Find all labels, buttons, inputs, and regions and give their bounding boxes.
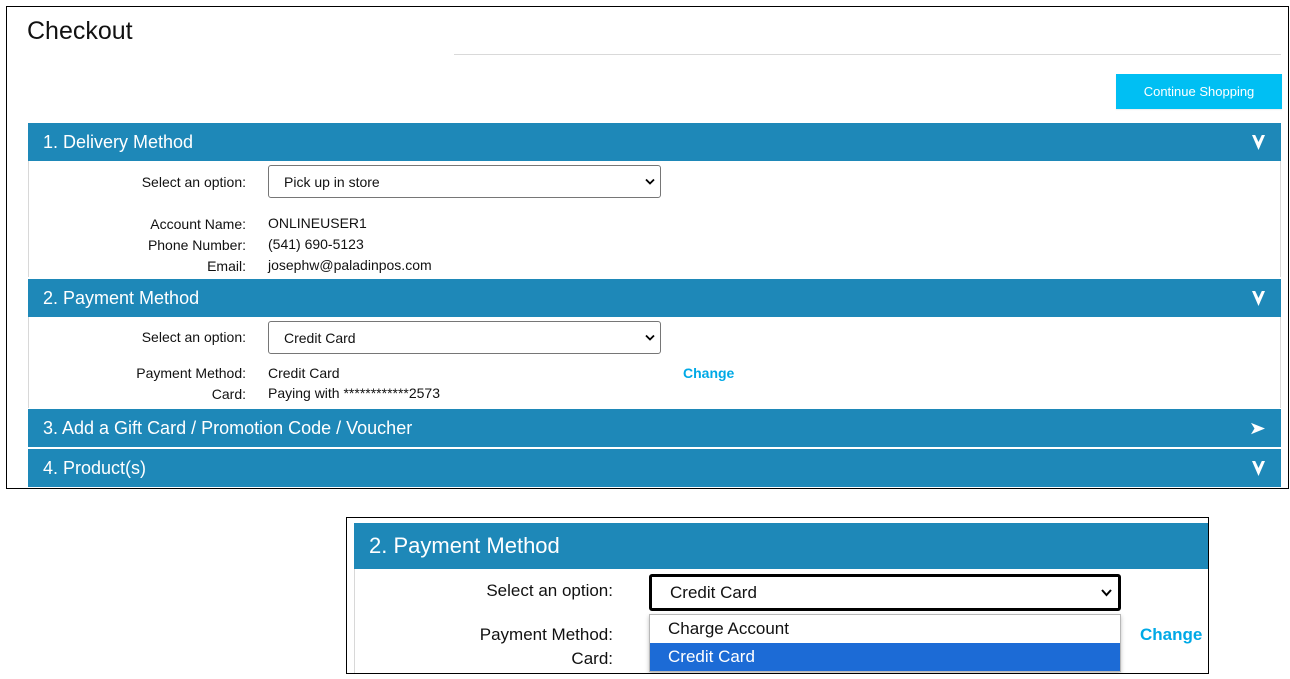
title-divider	[454, 54, 1281, 55]
payment-method-dropdown-list: Charge Account Credit Card	[649, 614, 1121, 672]
account-name-value: ONLINEUSER1	[268, 215, 367, 231]
card-value: Paying with ************2573	[268, 385, 441, 401]
change-payment-link[interactable]: Change	[683, 365, 734, 381]
email-label: Email:	[207, 258, 246, 274]
payment-method-label: Payment Method:	[479, 625, 613, 644]
select-option-label: Select an option:	[486, 581, 613, 600]
section-body-payment-method: Select an option: Credit Card Payment Me…	[28, 317, 1281, 408]
chevron-down-icon	[1251, 460, 1265, 476]
section-header-payment-method[interactable]: 2. Payment Method	[28, 279, 1281, 317]
phone-number-label: Phone Number:	[147, 237, 246, 253]
section-header-products[interactable]: 4. Product(s)	[28, 449, 1281, 487]
payment-method-select-open[interactable]: Credit Card	[649, 574, 1121, 611]
section-title: 2. Payment Method	[43, 287, 200, 308]
delivery-method-select[interactable]: Pick up in store	[268, 165, 661, 198]
delivery-method-selected-value: Pick up in store	[284, 173, 380, 190]
checkout-screenshot: Checkout Continue Shopping 1. Delivery M…	[6, 6, 1289, 489]
chevron-down-icon	[1251, 134, 1265, 150]
section-header-gift-card-promo[interactable]: 3. Add a Gift Card / Promotion Code / Vo…	[28, 409, 1281, 447]
section-body-delivery-method: Select an option: Pick up in store Accou…	[28, 161, 1281, 277]
chevron-down-icon	[1101, 588, 1112, 596]
phone-number-value: (541) 690-5123	[268, 236, 364, 252]
card-label: Card:	[211, 386, 246, 402]
account-name-label: Account Name:	[150, 216, 246, 232]
chevron-down-icon	[645, 334, 655, 341]
page-title: Checkout	[27, 17, 133, 45]
card-label: Card:	[571, 649, 613, 668]
dropdown-option-charge-account[interactable]: Charge Account	[650, 615, 1120, 643]
email-value: josephw@paladinpos.com	[268, 257, 432, 273]
payment-method-selected-value: Credit Card	[284, 329, 356, 346]
section-title: 1. Delivery Method	[43, 131, 194, 152]
payment-method-select[interactable]: Credit Card	[268, 321, 661, 354]
change-payment-link[interactable]: Change	[1140, 625, 1202, 645]
dropdown-option-credit-card[interactable]: Credit Card	[650, 643, 1120, 671]
zoom-section-body: Select an option: Credit Card Payment Me…	[354, 569, 1208, 673]
chevron-down-icon	[1251, 290, 1265, 306]
payment-method-selected-value: Credit Card	[670, 582, 757, 602]
section-title: 3. Add a Gift Card / Promotion Code / Vo…	[43, 417, 413, 438]
chevron-right-icon	[1251, 420, 1265, 436]
section-title: 4. Product(s)	[43, 457, 147, 478]
payment-method-value: Credit Card	[268, 365, 340, 381]
continue-shopping-button[interactable]: Continue Shopping	[1116, 74, 1282, 109]
select-option-label: Select an option:	[141, 174, 246, 190]
section-header-delivery-method[interactable]: 1. Delivery Method	[28, 123, 1281, 161]
payment-method-zoom-inset: 2. Payment Method Select an option: Cred…	[346, 517, 1209, 674]
payment-method-label: Payment Method:	[136, 365, 246, 381]
select-option-label: Select an option:	[141, 329, 246, 345]
chevron-down-icon	[645, 178, 655, 185]
zoom-section-header[interactable]: 2. Payment Method	[354, 523, 1208, 569]
